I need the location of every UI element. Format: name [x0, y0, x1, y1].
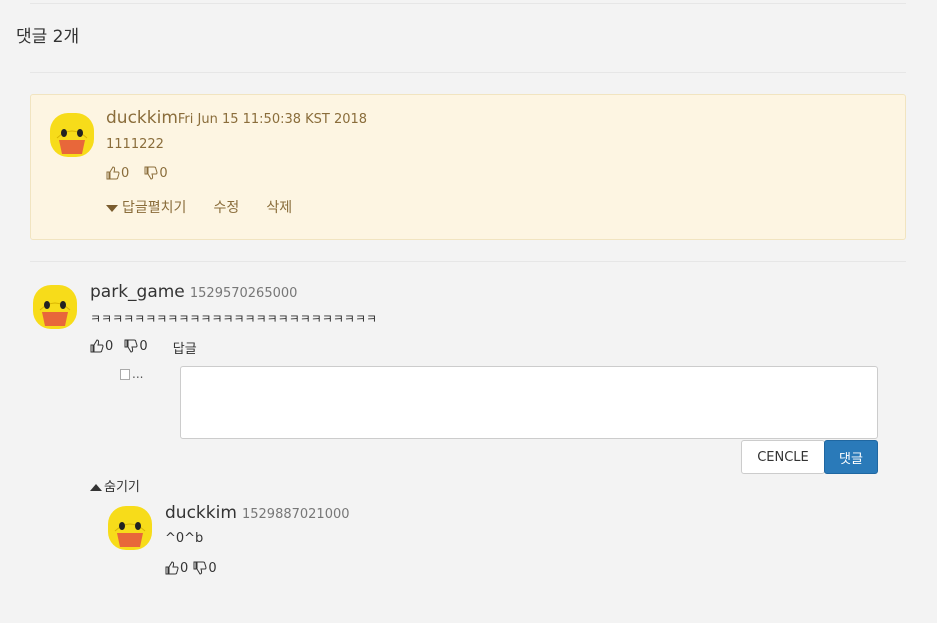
duck-avatar-icon — [107, 505, 153, 551]
caret-up-icon — [90, 484, 102, 491]
dislike-count: 0 — [139, 338, 148, 354]
thumbs-up-icon — [90, 339, 104, 353]
reply-header: duckkim 1529887021000 — [165, 503, 350, 523]
reply-textarea[interactable] — [180, 366, 878, 439]
caret-down-icon — [106, 204, 118, 212]
expand-replies-label: 답글펼치기 — [122, 200, 187, 216]
comment-text: 1111222 — [106, 137, 164, 152]
reply-timestamp: 1529887021000 — [241, 507, 350, 522]
reply-votes: 0 0 — [165, 560, 217, 579]
header-divider — [30, 72, 906, 73]
expand-replies-button[interactable]: 답글펼치기 — [106, 200, 186, 216]
like-count: 0 — [180, 560, 189, 576]
reply-form-avatar: ... — [120, 367, 143, 381]
avatar-alt-text: ... — [132, 367, 144, 381]
hide-replies-button[interactable]: 숨기기 — [90, 476, 140, 495]
like-button[interactable]: 0 — [106, 166, 129, 181]
hide-replies-label: 숨기기 — [104, 480, 140, 495]
dislike-button[interactable]: 0 — [144, 165, 168, 181]
like-count: 0 — [105, 338, 114, 354]
comment-divider — [30, 261, 906, 262]
comment-count-title: 댓글 2개 — [16, 27, 80, 47]
cancel-button[interactable]: CENCLE — [741, 440, 825, 474]
dislike-count: 0 — [208, 560, 217, 576]
thumbs-up-icon — [106, 166, 120, 180]
broken-image-icon — [120, 368, 130, 380]
dislike-button[interactable]: 0 — [124, 338, 148, 354]
thumbs-down-icon — [144, 166, 158, 180]
like-count: 0 — [121, 165, 130, 181]
own-comment-header: duckkimFri Jun 15 11:50:38 KST 2018 — [106, 108, 367, 128]
dislike-button[interactable]: 0 — [193, 560, 217, 576]
own-comment-actions: 답글펼치기 수정 삭제 — [106, 197, 292, 217]
reply-text: ^0^b — [165, 531, 204, 546]
dislike-count: 0 — [159, 165, 168, 181]
comment-author[interactable]: park_game — [90, 282, 185, 302]
duck-avatar-icon — [49, 112, 95, 158]
duck-avatar-icon — [32, 284, 78, 330]
own-comment-votes: 0 0 — [106, 165, 168, 184]
like-button[interactable]: 0 — [165, 561, 188, 576]
thumbs-down-icon — [124, 339, 138, 353]
comment-author[interactable]: duckkim — [106, 108, 178, 128]
top-divider — [30, 3, 906, 4]
like-button[interactable]: 0 — [90, 339, 113, 354]
reply-button[interactable]: 답글 — [173, 342, 197, 357]
edit-button[interactable]: 수정 — [214, 200, 240, 216]
comment-votes: 0 0 답글 — [90, 338, 197, 357]
thumbs-down-icon — [193, 561, 207, 575]
comment-text: ㅋㅋㅋㅋㅋㅋㅋㅋㅋㅋㅋㅋㅋㅋㅋㅋㅋㅋㅋㅋㅋㅋㅋㅋㅋㅋ — [90, 312, 378, 326]
comment-header: park_game 1529570265000 — [90, 282, 297, 302]
comment-timestamp: 1529570265000 — [189, 286, 298, 301]
thumbs-up-icon — [165, 561, 179, 575]
submit-reply-button[interactable]: 댓글 — [824, 440, 878, 474]
reply-author[interactable]: duckkim — [165, 503, 237, 523]
comment-timestamp: Fri Jun 15 11:50:38 KST 2018 — [177, 112, 368, 127]
delete-button[interactable]: 삭제 — [266, 200, 292, 216]
